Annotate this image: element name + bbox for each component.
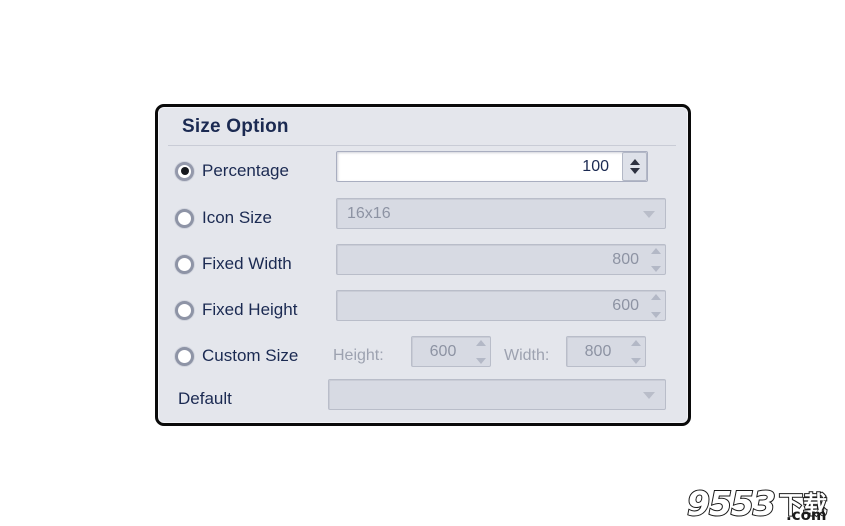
stepper-down-icon[interactable]: [650, 265, 661, 272]
option-row-icon-size[interactable]: Icon Size 16x16: [158, 198, 688, 238]
custom-width-stepper[interactable]: [629, 339, 642, 364]
option-row-fixed-height[interactable]: Fixed Height 600: [158, 290, 688, 330]
icon-size-combobox[interactable]: 16x16: [336, 198, 666, 229]
fixed-width-value: 800: [612, 250, 639, 268]
panel-title: Size Option: [182, 116, 289, 137]
fixed-width-stepper[interactable]: [649, 247, 662, 272]
option-row-default[interactable]: Default: [158, 379, 688, 419]
radio-fixed-width[interactable]: [175, 254, 194, 274]
option-row-fixed-width[interactable]: Fixed Width 800: [158, 244, 688, 284]
watermark-digits: 9553: [686, 483, 777, 524]
chevron-down-icon[interactable]: [643, 210, 655, 218]
label-percentage: Percentage: [202, 161, 289, 180]
stepper-up-icon[interactable]: [475, 339, 486, 346]
custom-height-spinbox[interactable]: 600: [411, 336, 491, 367]
stepper-down-icon[interactable]: [650, 311, 661, 318]
chevron-down-icon[interactable]: [643, 391, 655, 399]
fixed-width-spinbox[interactable]: 800: [336, 244, 666, 275]
custom-width-spinbox[interactable]: 800: [566, 336, 646, 367]
watermark-domain: .com: [786, 506, 827, 524]
percentage-spinbox[interactable]: 100: [336, 151, 648, 182]
label-custom-size: Custom Size: [202, 346, 299, 365]
stepper-up-icon[interactable]: [629, 159, 640, 165]
panel-title-separator: [168, 145, 676, 146]
radio-fixed-height[interactable]: [175, 300, 194, 320]
size-option-panel: Size Option Percentage 100 Icon Size 16x…: [155, 104, 691, 426]
custom-height-stepper[interactable]: [474, 339, 487, 364]
label-fixed-height: Fixed Height: [202, 300, 298, 319]
percentage-value: 100: [582, 157, 609, 175]
stepper-down-icon[interactable]: [629, 168, 640, 174]
label-custom-height: Height:: [333, 347, 384, 364]
stepper-down-icon[interactable]: [475, 357, 486, 364]
label-icon-size: Icon Size: [202, 208, 272, 227]
fixed-height-stepper[interactable]: [649, 293, 662, 318]
stepper-up-icon[interactable]: [650, 293, 661, 300]
watermark: 9553 下载 .com: [686, 483, 839, 524]
default-combobox[interactable]: [328, 379, 666, 410]
stepper-up-icon[interactable]: [650, 247, 661, 254]
label-fixed-width: Fixed Width: [202, 254, 292, 273]
stepper-down-icon[interactable]: [630, 357, 641, 364]
icon-size-value: 16x16: [347, 204, 391, 222]
label-default: Default: [178, 389, 232, 408]
label-custom-width: Width:: [504, 347, 550, 364]
radio-icon-size[interactable]: [175, 208, 194, 228]
stepper-up-icon[interactable]: [630, 339, 641, 346]
radio-percentage[interactable]: [175, 161, 194, 181]
percentage-stepper[interactable]: [622, 152, 647, 181]
radio-custom-size[interactable]: [175, 346, 194, 366]
fixed-height-value: 600: [612, 296, 639, 314]
option-row-custom-size[interactable]: Custom Size Height: 600 Width: 800: [158, 336, 688, 376]
option-row-percentage[interactable]: Percentage 100: [158, 151, 688, 191]
fixed-height-spinbox[interactable]: 600: [336, 290, 666, 321]
